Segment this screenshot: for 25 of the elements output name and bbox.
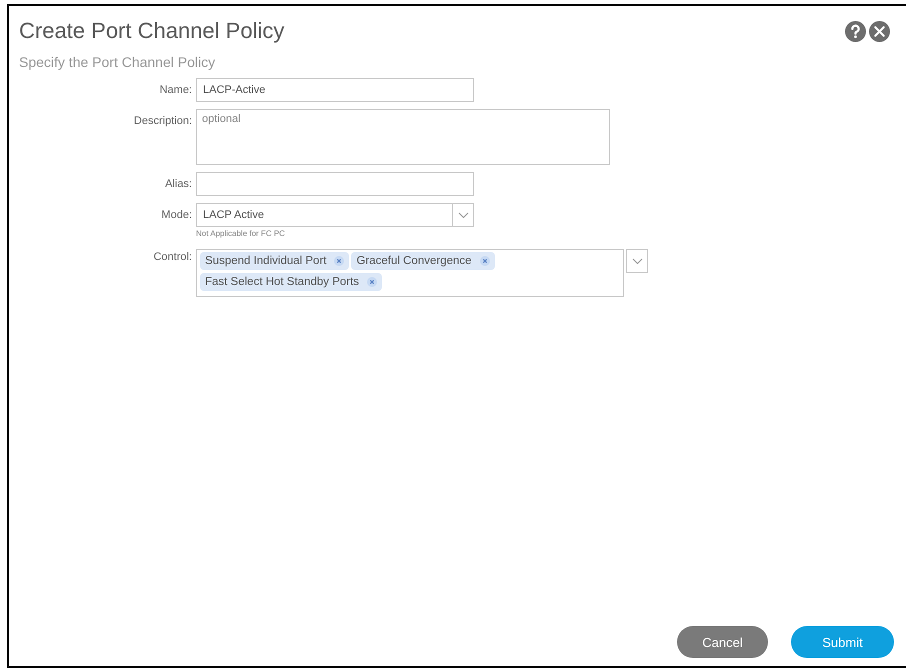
- tag-field[interactable]: Suspend Individual Port Graceful Convergence Fast Select Hot Standby Ports: [196, 249, 624, 297]
- tag-chip: Graceful Convergence: [351, 252, 495, 270]
- remove-icon[interactable]: [367, 277, 378, 287]
- help-icon[interactable]: [845, 20, 866, 42]
- tag-chip: Suspend Individual Port: [200, 252, 350, 270]
- chevron-icon: [458, 212, 468, 218]
- cancel-button[interactable]: Cancel: [677, 626, 768, 658]
- field-label: Description:: [132, 114, 192, 127]
- mode-dropdown[interactable]: LACP Active: [196, 203, 474, 227]
- text-field[interactable]: LACP-Active: [196, 78, 474, 102]
- remove-icon[interactable]: [334, 256, 344, 266]
- tag-chip: Fast Select Hot Standby Ports: [200, 273, 382, 291]
- remove-icon[interactable]: [480, 256, 490, 266]
- field-label: Control:: [152, 250, 192, 263]
- dialog-title: Create Port Channel Policy: [19, 18, 284, 44]
- close-icon[interactable]: [869, 20, 890, 42]
- dropdown-button[interactable]: [626, 249, 648, 273]
- chevron-icon: [632, 258, 642, 264]
- text-field[interactable]: [196, 172, 474, 196]
- field-label: Mode:: [160, 208, 192, 221]
- field-label: Name:: [158, 83, 192, 96]
- hint-text: Not Applicable for FC PC: [196, 229, 285, 238]
- field-label: Alias:: [164, 177, 192, 190]
- dialog-subtitle: Specify the Port Channel Policy: [19, 54, 216, 70]
- description-field[interactable]: optional: [196, 109, 610, 165]
